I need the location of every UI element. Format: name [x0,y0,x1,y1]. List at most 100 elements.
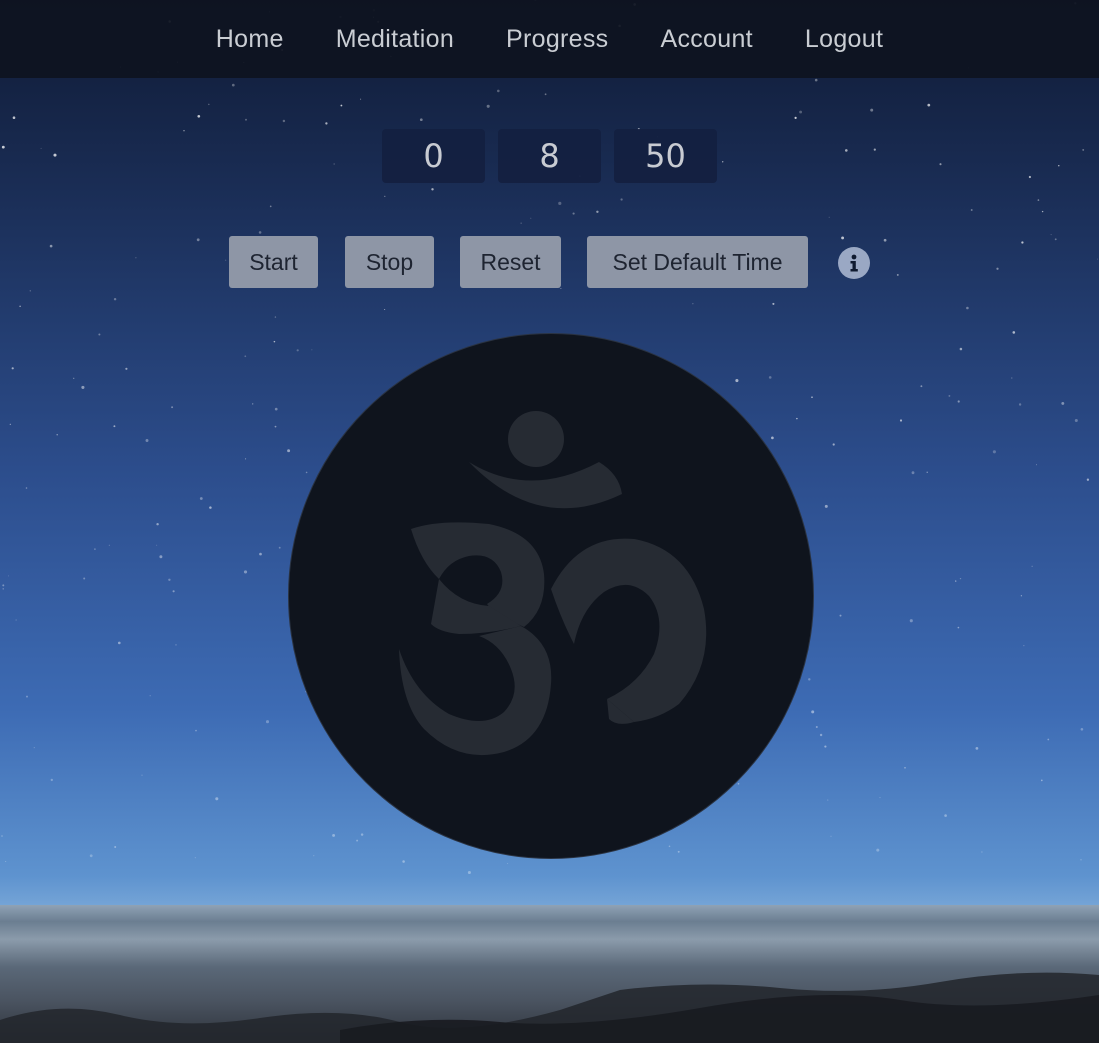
star [259,552,262,556]
reset-button[interactable]: Reset [460,236,561,288]
star [231,83,235,87]
star [108,544,110,546]
star [12,116,16,119]
star [199,497,203,500]
star [530,217,532,219]
set-default-time-button[interactable]: Set Default Time [587,236,808,288]
star [1031,565,1033,567]
star [113,297,117,301]
star [15,619,17,621]
star [1086,478,1090,481]
star [384,195,386,198]
star [827,799,829,801]
star [360,98,362,100]
star [981,851,983,853]
star [384,309,386,310]
nav-item-logout[interactable]: Logout [805,25,883,54]
star [507,862,509,864]
star [149,695,151,697]
star [870,108,874,112]
star [50,778,53,782]
star [1,835,3,837]
star [113,425,116,428]
star [156,544,158,546]
star [1047,738,1050,741]
star [1080,859,1082,861]
star [273,340,276,343]
star [258,231,262,234]
star [957,400,960,403]
timer-minutes[interactable]: 8 [498,129,601,183]
star [29,290,31,292]
star [1061,401,1065,405]
star [125,367,128,370]
star [955,580,957,582]
star [243,570,248,574]
star [558,201,562,205]
star [839,614,842,617]
star [824,745,827,748]
star [911,471,915,475]
star [8,575,9,577]
star [496,89,500,93]
star [909,619,913,623]
star [975,747,979,750]
star [83,577,86,580]
nav-item-progress[interactable]: Progress [506,25,608,54]
star [1035,464,1038,466]
star [819,733,823,737]
star [94,548,96,550]
nav-item-account[interactable]: Account [660,25,752,54]
star [920,385,923,388]
star [544,93,547,96]
timer-display: 0 8 50 [0,129,1099,183]
om-icon [399,411,707,756]
star [832,443,835,446]
star [970,209,973,211]
star [879,797,881,799]
star [899,419,903,422]
info-icon [850,254,858,272]
star [486,104,490,108]
star [195,729,197,732]
star [340,104,343,107]
star [1011,377,1013,379]
star [419,118,423,122]
star [274,407,278,411]
star [2,584,5,587]
star [1023,645,1025,647]
star [245,458,247,460]
stop-button[interactable]: Stop [345,236,434,288]
star [89,854,93,858]
star [1020,595,1023,597]
star [1050,234,1052,236]
star [9,423,11,425]
star [156,522,159,526]
top-navbar: Home Meditation Progress Account Logout [0,0,1099,78]
star [948,394,951,397]
star [168,578,171,582]
star [269,205,272,208]
timer-hours[interactable]: 0 [382,129,485,183]
star [815,725,818,729]
info-button[interactable] [838,247,870,279]
star [966,306,969,310]
nav-item-meditation[interactable]: Meditation [336,25,454,54]
star [274,316,277,318]
star [2,588,4,590]
star [282,119,286,123]
star [876,848,880,852]
om-meditation-circle[interactable] [288,333,814,859]
star [1041,210,1044,213]
star [244,355,247,358]
star [794,116,797,120]
star [11,367,14,370]
timer-seconds[interactable]: 50 [614,129,717,183]
nav-item-home[interactable]: Home [216,25,284,54]
star [467,870,471,875]
star [265,720,270,724]
star [692,303,694,305]
start-button[interactable]: Start [229,236,318,288]
star [904,766,906,769]
star [992,450,996,454]
